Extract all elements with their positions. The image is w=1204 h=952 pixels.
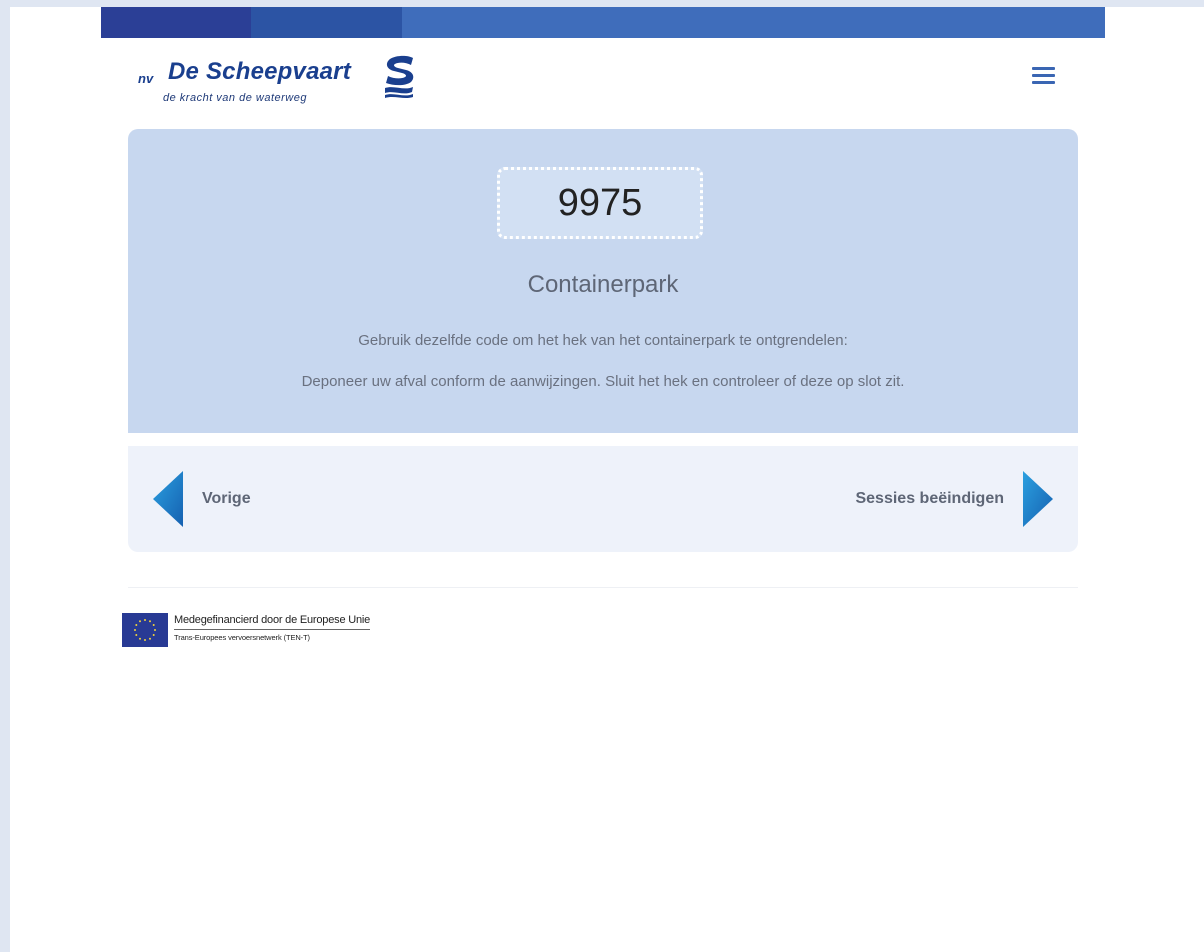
containerpark-card: 9975 Containerpark Gebruik dezelfde code… xyxy=(128,129,1078,433)
access-code: 9975 xyxy=(497,167,703,239)
end-sessions-button[interactable]: Sessies beëindigen xyxy=(855,470,1054,528)
eu-funding-sub: Trans-Europees vervoersnetwerk (TEN-T) xyxy=(174,633,310,642)
navigation-bar: Vorige Sessies beëindigen xyxy=(128,446,1078,552)
logo-name: De Scheepvaart xyxy=(168,58,351,85)
stripe-segment-light xyxy=(402,7,1105,38)
page: nv De Scheepvaart de kracht van de water… xyxy=(10,7,1204,952)
logo-tagline: de kracht van de waterweg xyxy=(163,92,307,104)
eu-funding-main: Medegefinancierd door de Europese Unie xyxy=(174,614,370,630)
eu-funding-notice: Medegefinancierd door de Europese Unie T… xyxy=(122,613,370,649)
arrow-right-icon xyxy=(1023,471,1053,527)
stripe-segment-dark xyxy=(101,7,251,38)
end-sessions-label: Sessies beëindigen xyxy=(855,490,1004,507)
menu-bar xyxy=(1032,81,1055,84)
top-color-stripe xyxy=(101,7,1105,38)
footer-divider xyxy=(128,587,1078,588)
card-title: Containerpark xyxy=(527,271,679,298)
scheepvaart-s-logo-icon xyxy=(385,55,414,98)
instruction-line-2: Deponeer uw afval conform de aanwijzinge… xyxy=(301,373,905,390)
previous-label: Vorige xyxy=(202,490,251,507)
menu-bar xyxy=(1032,67,1055,70)
arrow-left-icon xyxy=(153,471,183,527)
eu-funding-text: Medegefinancierd door de Europese Unie T… xyxy=(174,614,370,642)
stripe-segment-mid xyxy=(251,7,402,38)
menu-bar xyxy=(1032,74,1055,77)
eu-flag-icon xyxy=(122,613,168,647)
logo-prefix: nv xyxy=(138,71,154,86)
previous-button[interactable]: Vorige xyxy=(152,470,251,528)
instruction-line-1: Gebruik dezelfde code om het hek van het… xyxy=(358,332,848,349)
site-logo[interactable]: nv De Scheepvaart de kracht van de water… xyxy=(138,55,428,109)
hamburger-menu-icon[interactable] xyxy=(1032,67,1058,91)
